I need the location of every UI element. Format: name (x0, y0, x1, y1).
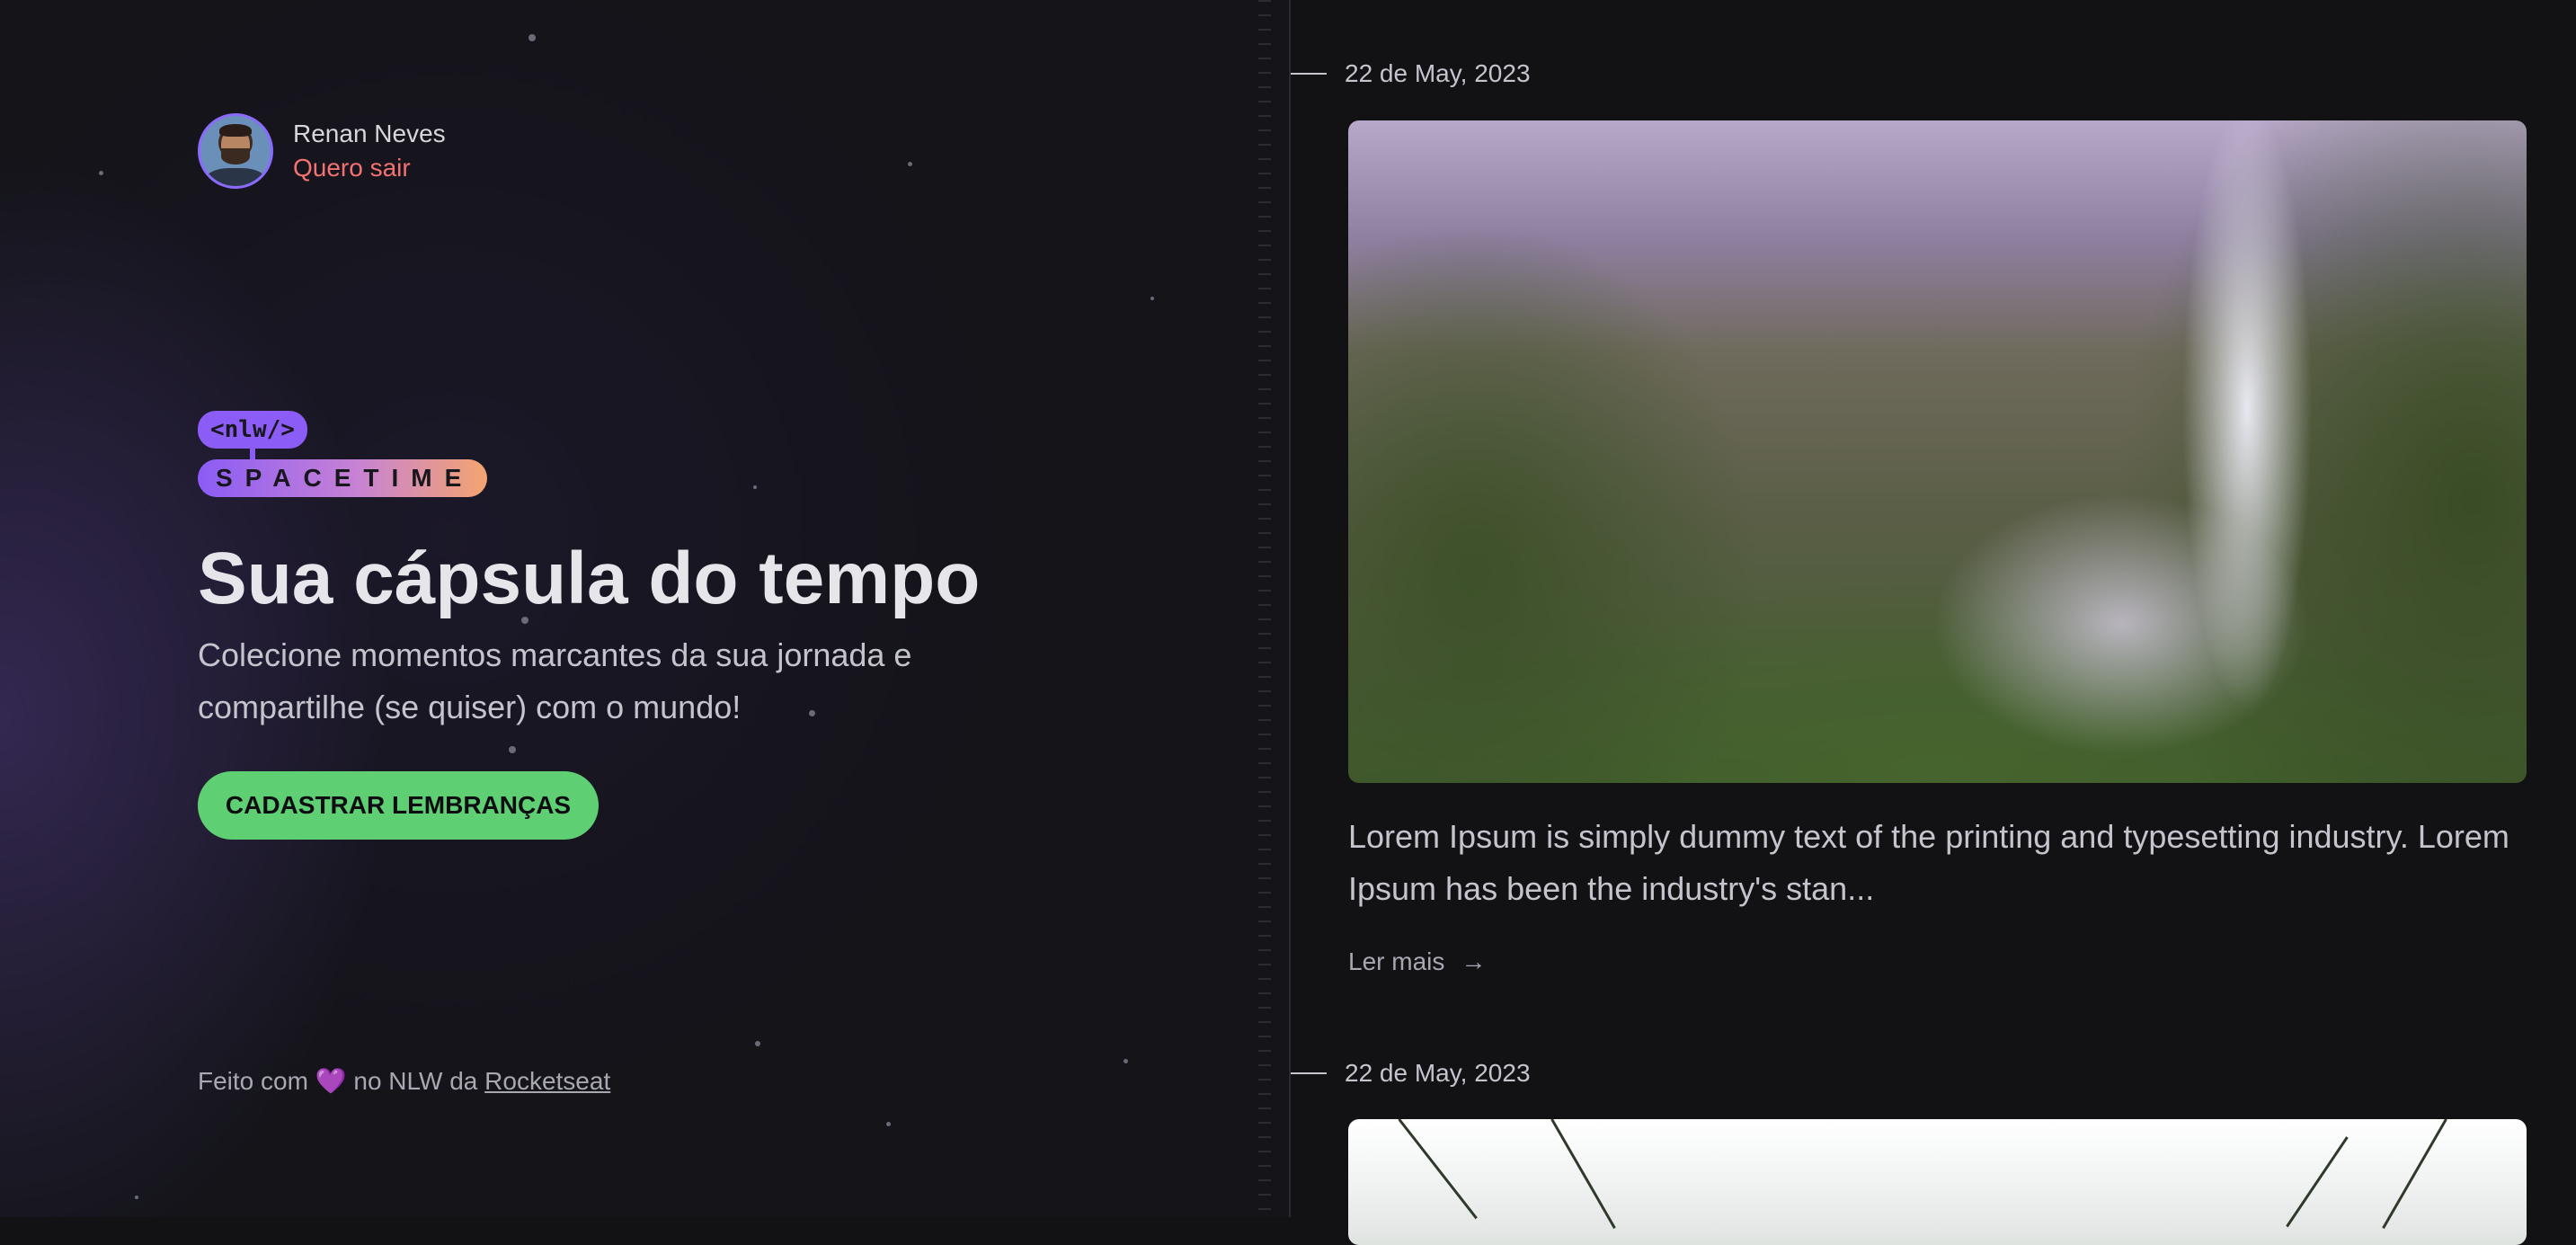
memory-image (1348, 120, 2527, 783)
avatar (198, 113, 273, 189)
star-decoration (1124, 1059, 1128, 1063)
memory-excerpt: Lorem Ipsum is simply dummy text of the … (1348, 818, 2509, 907)
star-decoration (753, 485, 757, 489)
read-more-label: Ler mais (1348, 947, 1445, 975)
rocketseat-link[interactable]: Rocketseat (484, 1067, 610, 1095)
panel-divider (1289, 0, 1291, 1217)
heart-icon: 💜 (315, 1067, 347, 1095)
logout-link[interactable]: Quero sair (293, 151, 446, 185)
nlw-spacetime-logo: <nlw/> SPACETIME (198, 411, 487, 497)
star-decoration (135, 1196, 138, 1199)
timeline-tick (1291, 1072, 1327, 1074)
logo-nlw-badge: <nlw/> (198, 411, 307, 449)
timeline-ruler (1258, 0, 1271, 1217)
star-decoration (529, 34, 536, 41)
logo-spacetime-badge: SPACETIME (198, 459, 487, 497)
star-decoration (755, 1041, 760, 1046)
memory-date: 22 de May, 2023 (1291, 59, 1531, 88)
memory-image (1348, 1119, 2527, 1245)
star-decoration (509, 746, 516, 753)
star-decoration (908, 162, 912, 166)
arrow-right-icon: → (1461, 947, 1487, 975)
footer-credit: Feito com 💜 no NLW da Rocketseat (198, 1066, 610, 1096)
timeline-tick (1291, 73, 1327, 75)
footer-prefix: Feito com (198, 1067, 308, 1095)
user-profile: Renan Neves Quero sair (198, 113, 446, 189)
footer-middle: no NLW da (353, 1067, 478, 1095)
star-decoration (99, 171, 103, 175)
page-title: Sua cápsula do tempo (198, 538, 981, 619)
read-more-link[interactable]: Ler mais → (1348, 947, 1486, 976)
user-name: Renan Neves (293, 120, 446, 147)
left-panel: Renan Neves Quero sair <nlw/> SPACETIME … (0, 0, 1289, 1217)
memory-date: 22 de May, 2023 (1291, 1059, 1531, 1088)
register-memory-button[interactable]: CADASTRAR LEMBRANÇAS (198, 771, 599, 840)
page-subtitle: Colecione momentos marcantes da sua jorn… (198, 636, 912, 725)
star-decoration (886, 1122, 891, 1126)
star-decoration (1150, 297, 1154, 300)
